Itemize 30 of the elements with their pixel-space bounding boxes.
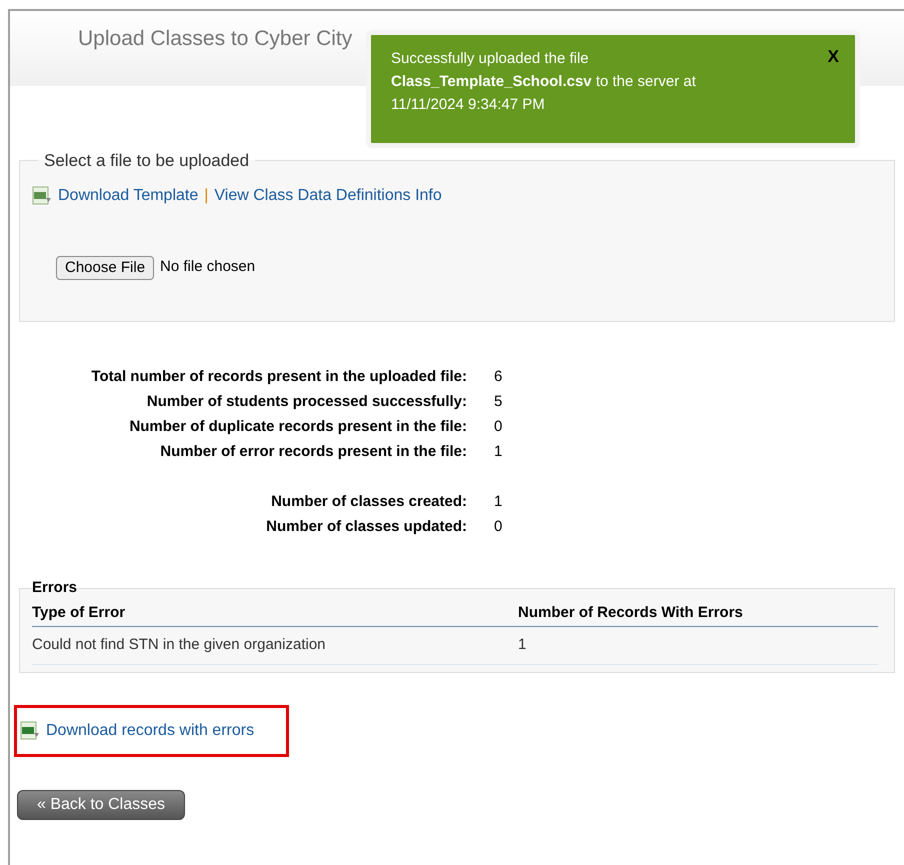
definitions-link[interactable]: View Class Data Definitions Info xyxy=(214,184,442,208)
csv-file-icon xyxy=(32,186,52,206)
close-button[interactable]: X xyxy=(828,47,839,67)
page-title: Upload Classes to Cyber City xyxy=(78,27,352,50)
download-errors-link[interactable]: Download records with errors xyxy=(46,719,254,743)
back-button[interactable]: « Back to Classes xyxy=(17,790,185,820)
toast-message: Successfully uploaded the file Class_Template_School.csv to the server at 11/11/2024 9:34:47 PM xyxy=(391,49,697,115)
stat-label: Number of classes created: xyxy=(270,492,467,512)
stat-value: 1 xyxy=(494,492,502,512)
stat-label: Total number of records present in the uploaded file: xyxy=(90,367,467,387)
stat-value: 6 xyxy=(494,367,502,387)
stat-value: 0 xyxy=(494,417,502,437)
file-status: No file chosen xyxy=(160,257,256,278)
stat-label: Number of duplicate records present in the file: xyxy=(128,417,467,437)
stat-label: Number of students processed successfully: xyxy=(146,392,467,412)
stat-value: 5 xyxy=(494,392,502,412)
table-cell: 1 xyxy=(518,626,878,664)
spreadsheet-icon xyxy=(20,721,40,741)
table-cell: Could not find STN in the given organization xyxy=(32,626,518,664)
stat-value: 1 xyxy=(494,442,502,462)
download-template-link[interactable]: Download Template xyxy=(58,184,198,208)
column-header: Number of Records With Errors xyxy=(518,600,878,626)
stat-value: 0 xyxy=(494,517,502,537)
panel-legend: Select a file to be uploaded xyxy=(38,148,256,174)
column-header: Type of Error xyxy=(32,600,518,626)
panel-legend: Errors xyxy=(32,577,78,600)
stat-label: Number of error records present in the file: xyxy=(159,442,467,462)
link-separator: | xyxy=(204,186,208,206)
stat-label: Number of classes updated: xyxy=(265,517,467,537)
choose-file-button[interactable]: Choose File xyxy=(56,256,154,280)
